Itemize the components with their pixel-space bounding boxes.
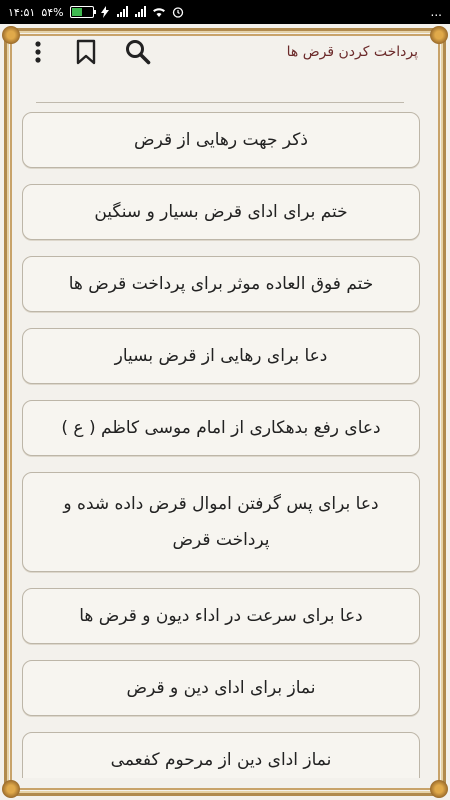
list-item[interactable]: دعا برای رهایی از قرض بسیار bbox=[22, 328, 420, 384]
page-title: پرداخت کردن قرض ها bbox=[286, 44, 418, 60]
corner-ornament-icon bbox=[430, 780, 448, 798]
signal-icon bbox=[134, 6, 146, 17]
corner-ornament-icon bbox=[2, 780, 20, 798]
list-item[interactable]: ختم فوق العاده موثر برای پرداخت قرض ها bbox=[22, 256, 420, 312]
list-item[interactable]: دعا برای سرعت در اداء دیون و قرض ها bbox=[22, 588, 420, 644]
list-item[interactable]: دعای رفع بدهکاری از امام موسی کاظم ( ع ) bbox=[22, 400, 420, 456]
wifi-icon bbox=[152, 8, 165, 17]
list-item[interactable]: دعا برای پس گرفتن اموال قرض داده شده و پ… bbox=[22, 472, 420, 572]
topic-list: ذکر جهت رهایی از قرض ختم برای ادای قرض ب… bbox=[22, 112, 420, 778]
signal-icon bbox=[116, 6, 128, 17]
battery-icon bbox=[69, 6, 96, 18]
status-bar: ۱۴:۵۱ ۵۴% ... bbox=[0, 0, 450, 24]
list-item[interactable]: ختم برای ادای قرض بسیار و سنگین bbox=[22, 184, 420, 240]
more-vert-icon[interactable] bbox=[22, 36, 54, 68]
bookmark-icon[interactable] bbox=[70, 36, 102, 68]
battery-percent: ۵۴% bbox=[41, 5, 64, 19]
search-icon[interactable] bbox=[122, 36, 154, 68]
header-divider bbox=[36, 102, 404, 103]
notification-more: ... bbox=[430, 5, 442, 19]
app-header: پرداخت کردن قرض ها bbox=[0, 24, 450, 80]
alarm-icon bbox=[172, 7, 183, 18]
charging-icon bbox=[100, 6, 109, 18]
clock: ۱۴:۵۱ bbox=[8, 5, 36, 19]
content-area: ذکر جهت رهایی از قرض ختم برای ادای قرض ب… bbox=[0, 0, 450, 778]
list-item[interactable]: نماز برای ادای دین و قرض bbox=[22, 660, 420, 716]
list-item[interactable]: ذکر جهت رهایی از قرض bbox=[22, 112, 420, 168]
list-item[interactable]: نماز ادای دین از مرحوم کفعمی bbox=[22, 732, 420, 778]
